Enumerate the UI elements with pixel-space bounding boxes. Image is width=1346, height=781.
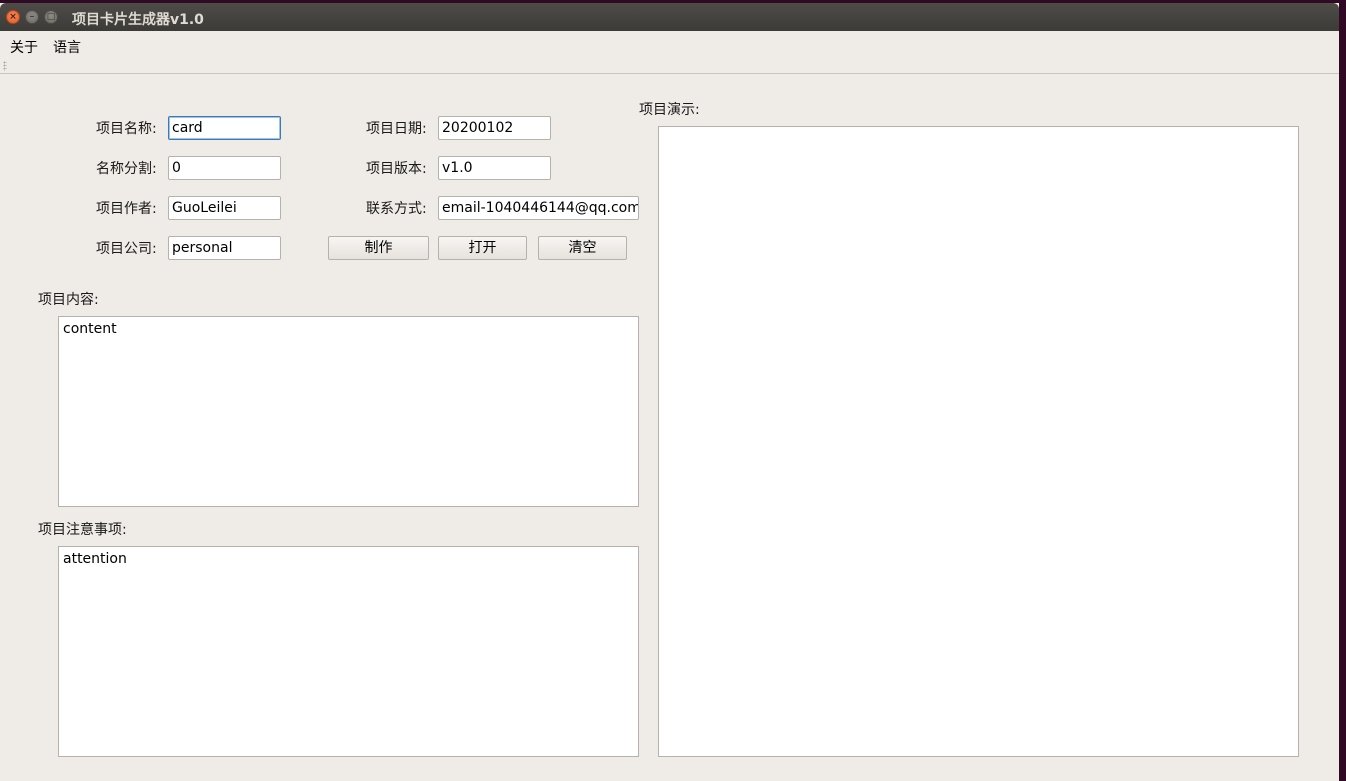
name-split-input[interactable]: 0 (168, 156, 281, 180)
app-window: × – □ 项目卡片生成器v1.0 关于 语言 项目名称: card 名称分割:… (0, 3, 1339, 781)
project-content-label: 项目内容: (38, 292, 99, 308)
menu-bar: 关于 语言 (0, 31, 1339, 59)
minimize-icon: – (29, 12, 35, 22)
title-bar[interactable]: × – □ 项目卡片生成器v1.0 (0, 3, 1339, 31)
project-content-textarea[interactable]: content (58, 316, 639, 507)
menu-language[interactable]: 语言 (53, 37, 81, 57)
contact-input[interactable]: email-1040446144@qq.com (438, 196, 639, 220)
menu-about[interactable]: 关于 (10, 37, 38, 57)
clear-button[interactable]: 清空 (538, 236, 627, 260)
contact-label: 联系方式: (366, 201, 427, 217)
project-author-input[interactable]: GuoLeilei (168, 196, 281, 220)
toolbar (0, 59, 1339, 74)
background-terminal (1339, 0, 1346, 781)
project-name-input[interactable]: card (168, 116, 281, 140)
project-preview-label: 项目演示: (639, 102, 700, 118)
project-attention-textarea[interactable]: attention (58, 546, 639, 757)
toolbar-grip-handle[interactable] (3, 61, 7, 71)
window-title: 项目卡片生成器v1.0 (72, 12, 204, 28)
make-button[interactable]: 制作 (328, 236, 429, 260)
name-split-label: 名称分割: (96, 161, 157, 177)
minimize-window-button[interactable]: – (25, 10, 39, 24)
project-preview-area (658, 126, 1299, 757)
maximize-window-button[interactable]: □ (44, 10, 58, 24)
project-date-label: 项目日期: (366, 121, 427, 137)
project-name-label: 项目名称: (96, 121, 157, 137)
project-author-label: 项目作者: (96, 201, 157, 217)
project-version-label: 项目版本: (366, 161, 427, 177)
project-company-input[interactable]: personal (168, 236, 281, 260)
project-attention-label: 项目注意事项: (38, 522, 127, 538)
open-button[interactable]: 打开 (438, 236, 527, 260)
maximize-icon: □ (46, 12, 56, 22)
close-icon: × (9, 12, 17, 22)
close-window-button[interactable]: × (6, 10, 20, 24)
project-date-input[interactable]: 20200102 (438, 116, 551, 140)
project-company-label: 项目公司: (96, 241, 157, 257)
project-version-input[interactable]: v1.0 (438, 156, 551, 180)
